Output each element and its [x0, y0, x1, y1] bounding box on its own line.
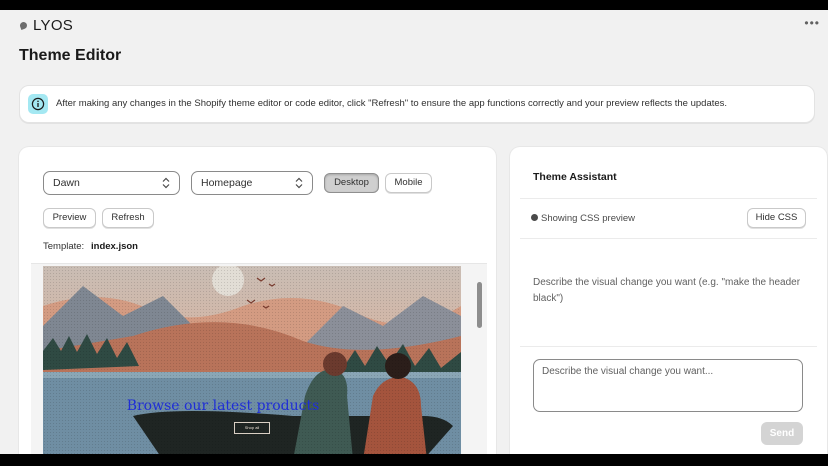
brand-name: LYOS: [33, 17, 74, 34]
theme-select[interactable]: Dawn: [43, 171, 180, 195]
template-label: Template:: [43, 241, 85, 252]
info-banner: After making any changes in the Shopify …: [19, 85, 815, 123]
select-chevron-icon: [295, 177, 303, 192]
assistant-title: Theme Assistant: [533, 171, 617, 183]
page-title: Theme Editor: [19, 47, 122, 64]
assistant-hint: Describe the visual change you want (e.g…: [533, 277, 801, 304]
theme-select-value: Dawn: [53, 177, 80, 189]
preview-button[interactable]: Preview: [43, 208, 96, 228]
preview-card: Dawn Homepage Desktop Mobile Preview Ref…: [19, 147, 496, 454]
divider: [520, 238, 817, 239]
input-placeholder: Describe the visual change you want...: [542, 366, 714, 377]
select-chevron-icon: [162, 177, 170, 192]
mobile-view-button[interactable]: Mobile: [385, 173, 432, 193]
hero-heading: Browse our latest products: [126, 398, 320, 414]
status-dot-icon: [531, 214, 538, 221]
desktop-view-button[interactable]: Desktop: [324, 173, 379, 193]
status-text: Showing CSS preview: [541, 213, 635, 224]
refresh-button[interactable]: Refresh: [102, 208, 154, 228]
template-value: index.json: [91, 241, 138, 252]
hide-css-button[interactable]: Hide CSS: [747, 208, 806, 228]
page-select[interactable]: Homepage: [191, 171, 313, 195]
change-request-input[interactable]: Describe the visual change you want...: [533, 359, 803, 412]
more-horizontal-icon[interactable]: •••: [804, 16, 820, 30]
hero-banner: Browse our latest products Shop all: [43, 266, 461, 454]
divider: [520, 198, 817, 199]
top-bar: LYOS •••: [0, 10, 828, 42]
banner-text: After making any changes in the Shopify …: [56, 98, 728, 109]
shop-all-button[interactable]: Shop all: [234, 422, 270, 434]
page-select-value: Homepage: [201, 177, 253, 189]
send-button[interactable]: Send: [761, 422, 803, 445]
theme-assistant-card: Theme Assistant Showing CSS preview Hide…: [510, 147, 827, 454]
scrollbar-thumb[interactable]: [477, 282, 482, 328]
info-icon: [28, 94, 48, 114]
divider: [520, 346, 817, 347]
store-preview-frame[interactable]: Browse our latest products Shop all: [31, 263, 487, 454]
brand-logo-icon: [19, 21, 28, 30]
preview-scrollbar[interactable]: [475, 268, 483, 454]
app-window: LYOS ••• Theme Editor After making any c…: [0, 10, 828, 454]
